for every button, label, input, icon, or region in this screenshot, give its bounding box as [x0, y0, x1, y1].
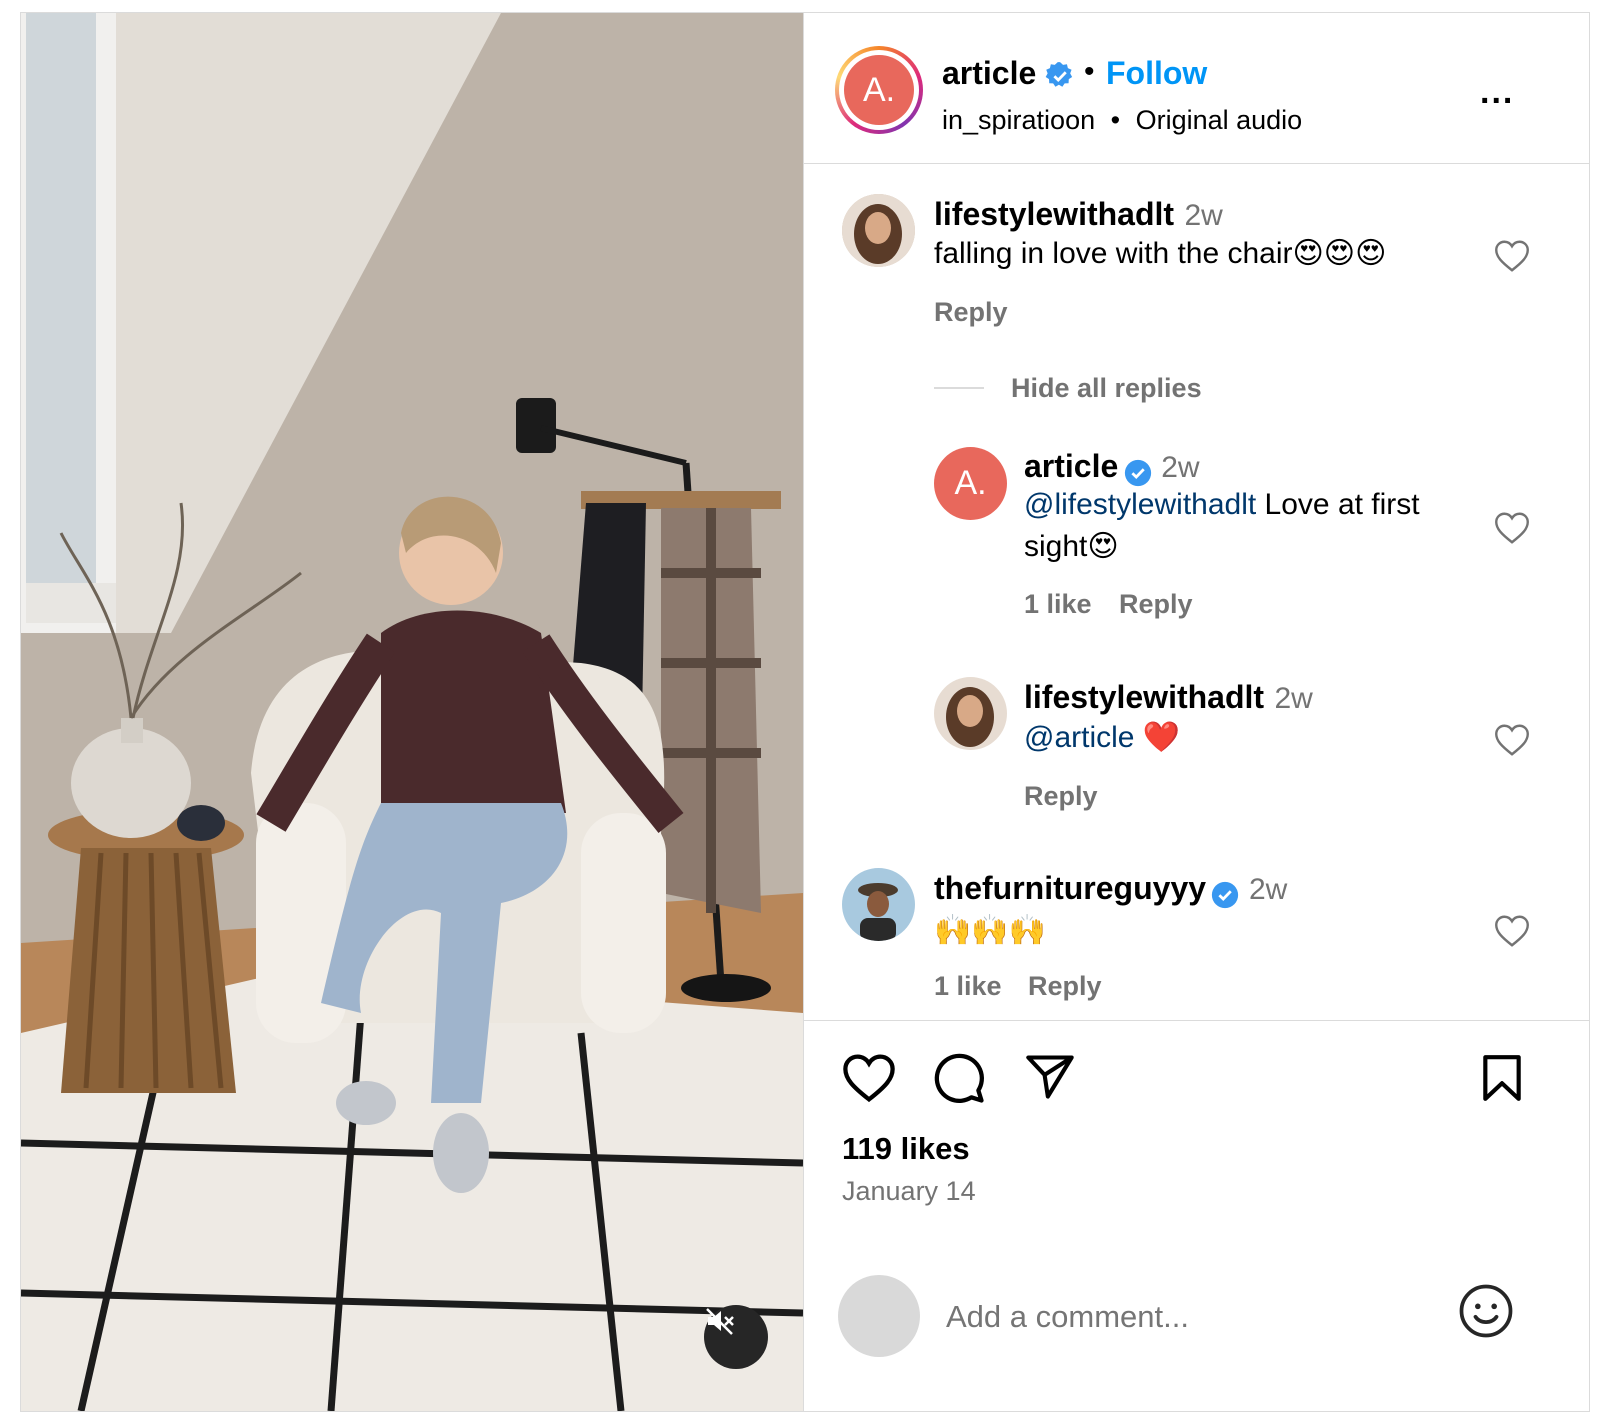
reply-header: lifestylewithadlt 2w [1024, 679, 1313, 716]
likes-count[interactable]: 119 likes [842, 1131, 970, 1167]
audio-label[interactable]: Original audio [1136, 105, 1303, 135]
reply-text: @lifestylewithadlt Love at first [1024, 488, 1420, 521]
reply-button[interactable]: Reply [1028, 971, 1102, 1002]
mention-link[interactable]: @article [1024, 721, 1134, 754]
more-icon[interactable]: ... [1480, 75, 1514, 109]
heart-icon[interactable] [1494, 723, 1530, 757]
comment-header: thefurnitureguyyy 2w [934, 870, 1287, 910]
heart-icon[interactable] [1494, 511, 1530, 545]
reply-username[interactable]: lifestylewithadlt [1024, 679, 1264, 715]
reply-text: @article ❤️ [1024, 721, 1181, 754]
reply-time: 2w [1161, 451, 1200, 484]
reply-button[interactable]: Reply [934, 297, 1008, 328]
avatar[interactable] [842, 194, 915, 267]
verified-icon [1045, 61, 1073, 87]
reply-button[interactable]: Reply [1119, 589, 1193, 620]
comment-username[interactable]: lifestylewithadlt [934, 196, 1174, 232]
user-avatar [838, 1275, 920, 1357]
hide-replies-button[interactable]: Hide all replies [1011, 373, 1202, 404]
comment-icon[interactable] [932, 1051, 986, 1105]
video-player[interactable] [21, 13, 803, 1411]
avatar: A. [844, 55, 914, 125]
avatar[interactable]: A. [934, 447, 1007, 520]
avatar[interactable] [934, 677, 1007, 750]
bookmark-icon[interactable] [1480, 1053, 1524, 1103]
post-dialog: A. article • Follow in_spiratioon • Orig… [20, 12, 1590, 1412]
reply-time: 2w [1274, 682, 1313, 715]
reply-username[interactable]: article [1024, 448, 1118, 484]
comment-header: lifestylewithadlt 2w [934, 196, 1223, 233]
author-username[interactable]: article [942, 55, 1075, 92]
mention-link[interactable]: @lifestylewithadlt [1024, 488, 1256, 521]
comment-time: 2w [1184, 199, 1223, 232]
mute-button[interactable] [704, 1305, 768, 1369]
mute-icon [706, 1308, 734, 1335]
comment-username[interactable]: thefurnitureguyyy [934, 870, 1206, 906]
heart-icon[interactable] [1494, 239, 1530, 273]
video-frame [21, 13, 803, 1411]
comments-panel: A. article • Follow in_spiratioon • Orig… [803, 13, 1590, 1411]
heart-icon[interactable] [1494, 914, 1530, 948]
divider [804, 1020, 1590, 1021]
follow-button[interactable]: Follow [1106, 55, 1207, 92]
audio-separator: • [1110, 105, 1121, 135]
likes-count[interactable]: 1 like [1024, 589, 1092, 620]
verified-icon [1124, 459, 1151, 486]
reply-button[interactable]: Reply [1024, 781, 1098, 812]
comment-input[interactable] [944, 1298, 1428, 1336]
post-header: A. article • Follow in_spiratioon • Orig… [804, 13, 1590, 164]
avatar[interactable] [842, 868, 915, 941]
like-heart-icon[interactable] [842, 1053, 896, 1103]
share-icon[interactable] [1024, 1051, 1076, 1103]
comment-time: 2w [1248, 873, 1288, 906]
separator-dot: • [1084, 55, 1095, 88]
divider [934, 387, 984, 389]
story-ring[interactable]: A. [835, 46, 923, 134]
comment-text: falling in love with the chair😍😍😍 [934, 237, 1387, 270]
likes-count[interactable]: 1 like [934, 971, 1002, 1002]
audio-user[interactable]: in_spiratioon [942, 105, 1095, 135]
reply-header: article 2w [1024, 448, 1200, 488]
verified-icon [1212, 881, 1239, 908]
comment-text: 🙌🙌🙌 [934, 914, 1047, 947]
post-date: January 14 [842, 1176, 976, 1206]
emoji-icon[interactable] [1458, 1283, 1514, 1339]
audio-info: in_spiratioon • Original audio [942, 105, 1302, 136]
reply-text-cont: sight😍 [1024, 530, 1119, 563]
